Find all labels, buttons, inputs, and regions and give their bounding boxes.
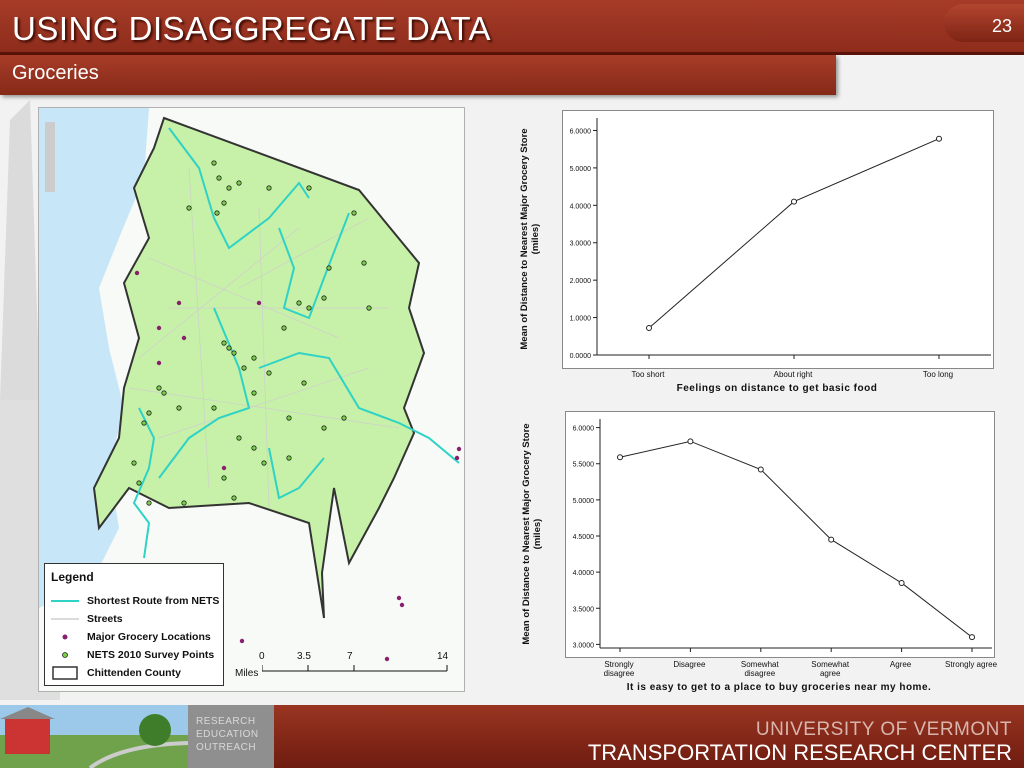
x-tick-label: Somewhat agree (811, 660, 850, 678)
y-tick-label: 3.5000 (573, 606, 595, 613)
x-tick-label: About right (773, 370, 813, 379)
data-point (617, 454, 623, 461)
logo-line-outreach: OUTREACH (196, 742, 257, 753)
title-bar: USING DISAGGREGATE DATA 23 (0, 0, 1024, 55)
data-point (646, 325, 652, 332)
x-tick-label: Agree (889, 660, 912, 669)
x-tick-label: Somewhat disagree (740, 660, 779, 678)
scale-ruler (262, 665, 448, 672)
center-name: TRANSPORTATION RESEARCH CENTER (587, 740, 1012, 765)
data-point (687, 438, 694, 445)
data-point (936, 135, 942, 142)
chart-1-xticks: Too short About right Too long (562, 370, 992, 382)
chart-easy-access: 3.0000 3.5000 4.0000 4.5000 5.0000 5.5000 6.00… (565, 411, 995, 658)
county-map: Legend Shortest Route from NETS Streets … (38, 107, 465, 692)
data-point (898, 579, 905, 586)
footer-bar: RESEARCH EDUCATION OUTREACH UNIVERSITY O… (0, 705, 1024, 768)
y-tick-label: 3.0000 (573, 642, 595, 649)
y-tick-label: 2.0000 (570, 278, 592, 285)
legend-item-streets: Streets (51, 612, 123, 626)
y-tick-label: 3.0000 (570, 241, 592, 248)
y-tick-label: 6.0000 (570, 128, 592, 135)
chart-2-xticks: Strongly disagree Disagree Somewhat disagr… (565, 660, 997, 682)
map-scale-bar: 0 3.5 7 14 Miles (235, 651, 455, 681)
county-box-icon (52, 666, 78, 680)
series-line (648, 138, 940, 329)
legend-item-grocery: Major Grocery Locations (51, 630, 211, 644)
chart-2-canvas: 3.0000 3.5000 4.0000 4.5000 5.0000 5.5000 6.00… (573, 419, 992, 652)
legend-title: Legend (51, 570, 94, 584)
scale-tick-3: 14 (437, 651, 449, 662)
legend-item-route: Shortest Route from NETS (51, 594, 219, 608)
data-point (969, 634, 975, 641)
page-number-badge: 23 (944, 4, 1024, 42)
y-tick-label: 6.0000 (573, 426, 595, 433)
slide-title: USING DISAGGREGATE DATA (12, 10, 492, 47)
chart-2-ylabel: Mean of Distance to Nearest Major Grocer… (521, 423, 543, 645)
x-tick-label: Disagree (673, 660, 706, 669)
y-tick-label: 1.0000 (570, 316, 592, 323)
farm-photo (0, 705, 188, 768)
chart-distance-feelings: 0.0000 1.0000 2.0000 3.0000 4.0000 5.0000 6.00… (562, 110, 994, 369)
y-tick-label: 5.5000 (573, 462, 595, 469)
scale-tick-1: 3.5 (297, 651, 311, 662)
data-point (757, 466, 764, 473)
legend-item-county: Chittenden County (51, 666, 181, 680)
street-line-icon (51, 618, 79, 620)
subtitle-bar: Groceries (0, 55, 836, 95)
grocery-dot-icon (62, 634, 68, 640)
x-tick-label: Strongly agree (944, 660, 998, 669)
x-tick-label: Too long (922, 370, 954, 379)
chart-1-canvas: 0.0000 1.0000 2.0000 3.0000 4.0000 5.0000 6.00… (570, 118, 991, 360)
scale-unit-label: Miles (235, 668, 259, 679)
logo-line-education: EDUCATION (196, 729, 259, 740)
x-tick-label: Strongly disagree (603, 660, 635, 678)
survey-dot-icon (62, 652, 68, 658)
y-tick-label: 4.0000 (573, 570, 595, 577)
chart-2-ylabel-wrap: Mean of Distance to Nearest Major Grocer… (512, 411, 552, 656)
data-point (828, 536, 835, 543)
y-tick-label: 0.0000 (570, 353, 592, 360)
y-tick-label: 5.0000 (573, 498, 595, 505)
scale-tick-0: 0 (259, 651, 265, 662)
north-arrow (45, 122, 55, 192)
y-tick-label: 4.5000 (573, 534, 595, 541)
logo-line-research: RESEARCH (196, 716, 256, 727)
route-line-icon (51, 600, 79, 602)
legend-item-survey: NETS 2010 Survey Points (51, 648, 214, 662)
y-tick-label: 5.0000 (570, 166, 592, 173)
university-name: UNIVERSITY OF VERMONT (755, 719, 1012, 740)
chart-1-ylabel-wrap: Mean of Distance to Nearest Major Grocer… (510, 110, 550, 367)
data-point (791, 198, 797, 205)
chart-2-xlabel: It is easy to get to a place to buy groc… (626, 682, 932, 693)
y-tick-label: 4.0000 (570, 203, 592, 210)
page-number: 23 (991, 16, 1012, 36)
slide-subtitle: Groceries (12, 62, 99, 84)
reo-logo: RESEARCH EDUCATION OUTREACH (188, 705, 274, 768)
scale-tick-2: 7 (347, 651, 353, 662)
map-legend: Legend Shortest Route from NETS Streets … (44, 563, 224, 686)
chart-1-ylabel: Mean of Distance to Nearest Major Grocer… (519, 128, 541, 350)
series-line (619, 440, 973, 638)
chart-1-xlabel: Feelings on distance to get basic food (676, 383, 878, 394)
x-tick-label: Too short (631, 370, 665, 379)
